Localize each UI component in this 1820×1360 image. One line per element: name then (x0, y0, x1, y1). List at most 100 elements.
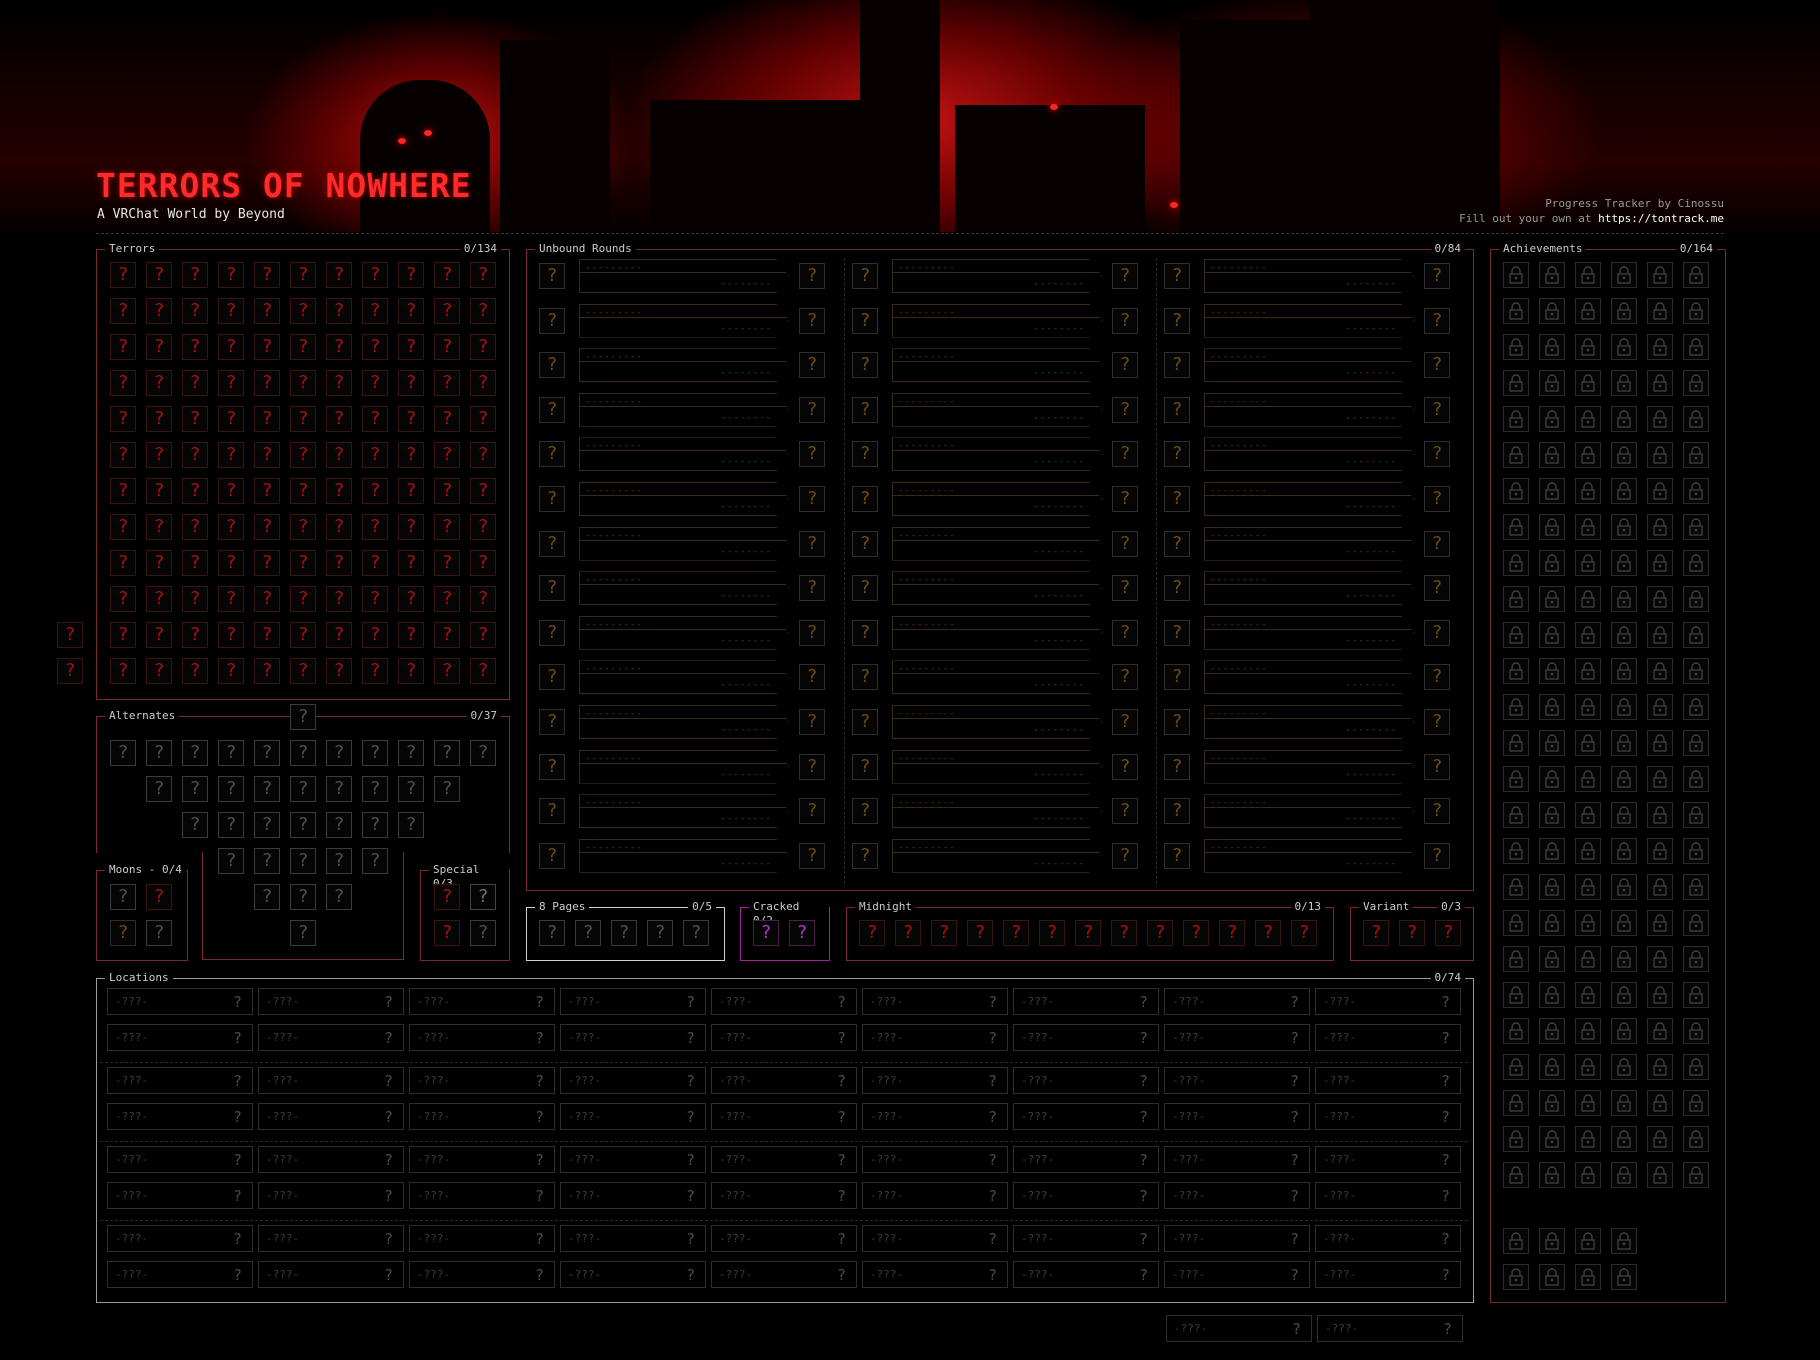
round-start-slot[interactable]: ? (852, 307, 878, 334)
achievement-lock-icon[interactable] (1647, 406, 1673, 432)
achievement-lock-icon[interactable] (1539, 298, 1565, 324)
terror-slot[interactable]: ? (218, 550, 244, 576)
round-end-slot[interactable]: ? (1112, 842, 1138, 869)
location-slot[interactable]: -???-? (258, 1225, 404, 1252)
achievement-lock-icon[interactable] (1647, 622, 1673, 648)
alternate-slot[interactable]: ? (362, 740, 388, 766)
variant-slot[interactable]: ? (1363, 920, 1389, 946)
round-name-bar[interactable]: --------- -------- (892, 749, 1102, 784)
terror-slot[interactable]: ? (146, 370, 172, 396)
round-name-bar[interactable]: --------- -------- (892, 615, 1102, 650)
round-start-slot[interactable]: ? (539, 530, 565, 557)
round-name-bar[interactable]: --------- -------- (579, 838, 789, 873)
location-slot[interactable]: -???-? (107, 1067, 253, 1094)
achievement-lock-icon[interactable] (1539, 1162, 1565, 1188)
achievement-lock-icon[interactable] (1503, 946, 1529, 972)
achievement-lock-icon[interactable] (1611, 1228, 1637, 1254)
round-start-slot[interactable]: ? (539, 307, 565, 334)
terror-slot[interactable]: ? (290, 478, 316, 504)
round-end-slot[interactable]: ? (799, 396, 825, 423)
terror-slot[interactable]: ? (182, 622, 208, 648)
alternate-slot[interactable]: ? (470, 740, 496, 766)
round-end-slot[interactable]: ? (1424, 486, 1450, 512)
achievement-lock-icon[interactable] (1575, 514, 1601, 540)
midnight-slot[interactable]: ? (931, 920, 957, 946)
achievement-lock-icon[interactable] (1683, 802, 1709, 828)
terror-slot[interactable]: ? (254, 298, 280, 324)
achievement-lock-icon[interactable] (1575, 406, 1601, 432)
alternate-slot[interactable]: ? (218, 848, 244, 874)
terror-slot[interactable]: ? (470, 298, 496, 324)
midnight-slot[interactable]: ? (1219, 920, 1245, 946)
terror-slot[interactable]: ? (290, 442, 316, 468)
achievement-lock-icon[interactable] (1611, 874, 1637, 900)
achievement-lock-icon[interactable] (1503, 514, 1529, 540)
terror-slot[interactable]: ? (290, 334, 316, 360)
moon-slot[interactable]: ? (110, 884, 136, 910)
terror-slot[interactable]: ? (110, 550, 136, 576)
achievement-lock-icon[interactable] (1611, 694, 1637, 720)
alternate-slot[interactable]: ? (254, 884, 280, 910)
round-name-bar[interactable]: --------- -------- (892, 482, 1102, 516)
achievement-lock-icon[interactable] (1611, 802, 1637, 828)
achievement-lock-icon[interactable] (1647, 1018, 1673, 1044)
terror-slot[interactable]: ? (290, 550, 316, 576)
achievement-lock-icon[interactable] (1539, 442, 1565, 468)
achievement-lock-icon[interactable] (1683, 550, 1709, 576)
terror-slot[interactable]: ? (254, 370, 280, 396)
midnight-slot[interactable]: ? (895, 920, 921, 946)
round-end-slot[interactable]: ? (1112, 575, 1138, 602)
achievement-lock-icon[interactable] (1611, 442, 1637, 468)
terror-slot[interactable]: ? (470, 406, 496, 432)
terror-slot[interactable]: ? (434, 622, 460, 648)
round-end-slot[interactable]: ? (799, 352, 825, 379)
terror-slot[interactable]: ? (470, 586, 496, 612)
terror-slot[interactable]: ? (218, 514, 244, 540)
achievement-lock-icon[interactable] (1647, 730, 1673, 756)
achievement-lock-icon[interactable] (1503, 1228, 1529, 1254)
achievement-lock-icon[interactable] (1647, 1126, 1673, 1152)
achievement-lock-icon[interactable] (1683, 406, 1709, 432)
terror-slot[interactable]: ? (398, 442, 424, 468)
terror-slot[interactable]: ? (362, 442, 388, 468)
round-start-slot[interactable]: ? (852, 263, 878, 289)
round-name-bar[interactable]: --------- -------- (579, 660, 789, 695)
terror-slot[interactable]: ? (290, 658, 316, 684)
achievement-lock-icon[interactable] (1503, 766, 1529, 792)
location-slot[interactable]: -???-? (258, 1146, 404, 1173)
location-slot[interactable]: -???-? (1164, 1261, 1310, 1288)
terror-slot[interactable]: ? (110, 658, 136, 684)
terror-slot[interactable]: ? (290, 370, 316, 396)
terror-slot[interactable]: ? (470, 478, 496, 504)
round-end-slot[interactable]: ? (799, 575, 825, 602)
location-slot[interactable]: -???-? (409, 1103, 555, 1130)
achievement-lock-icon[interactable] (1539, 730, 1565, 756)
achievement-lock-icon[interactable] (1575, 658, 1601, 684)
round-end-slot[interactable]: ? (1112, 530, 1138, 557)
round-name-bar[interactable]: --------- -------- (1204, 660, 1414, 695)
achievement-lock-icon[interactable] (1683, 946, 1709, 972)
terror-slot[interactable]: ? (146, 334, 172, 360)
achievement-lock-icon[interactable] (1503, 442, 1529, 468)
round-name-bar[interactable]: --------- -------- (1204, 392, 1414, 427)
achievement-lock-icon[interactable] (1539, 982, 1565, 1008)
terror-slot[interactable]: ? (110, 262, 136, 288)
location-slot[interactable]: -???-? (1164, 1146, 1310, 1173)
round-end-slot[interactable]: ? (1424, 352, 1450, 379)
achievement-lock-icon[interactable] (1539, 334, 1565, 360)
round-start-slot[interactable]: ? (1164, 263, 1190, 289)
location-slot[interactable]: -???-? (1013, 1067, 1159, 1094)
achievement-lock-icon[interactable] (1539, 694, 1565, 720)
alternate-slot[interactable]: ? (146, 740, 172, 766)
location-slot[interactable]: -???-? (560, 1024, 706, 1051)
location-slot[interactable]: -???-? (1166, 1315, 1312, 1342)
achievement-lock-icon[interactable] (1503, 1264, 1529, 1290)
round-end-slot[interactable]: ? (799, 619, 825, 646)
alternate-slot[interactable]: ? (362, 812, 388, 838)
achievement-lock-icon[interactable] (1683, 730, 1709, 756)
terror-slot[interactable]: ? (254, 442, 280, 468)
midnight-slot[interactable]: ? (1147, 920, 1173, 946)
round-start-slot[interactable]: ? (1164, 664, 1190, 691)
terror-slot[interactable]: ? (398, 622, 424, 648)
achievement-lock-icon[interactable] (1539, 1090, 1565, 1116)
